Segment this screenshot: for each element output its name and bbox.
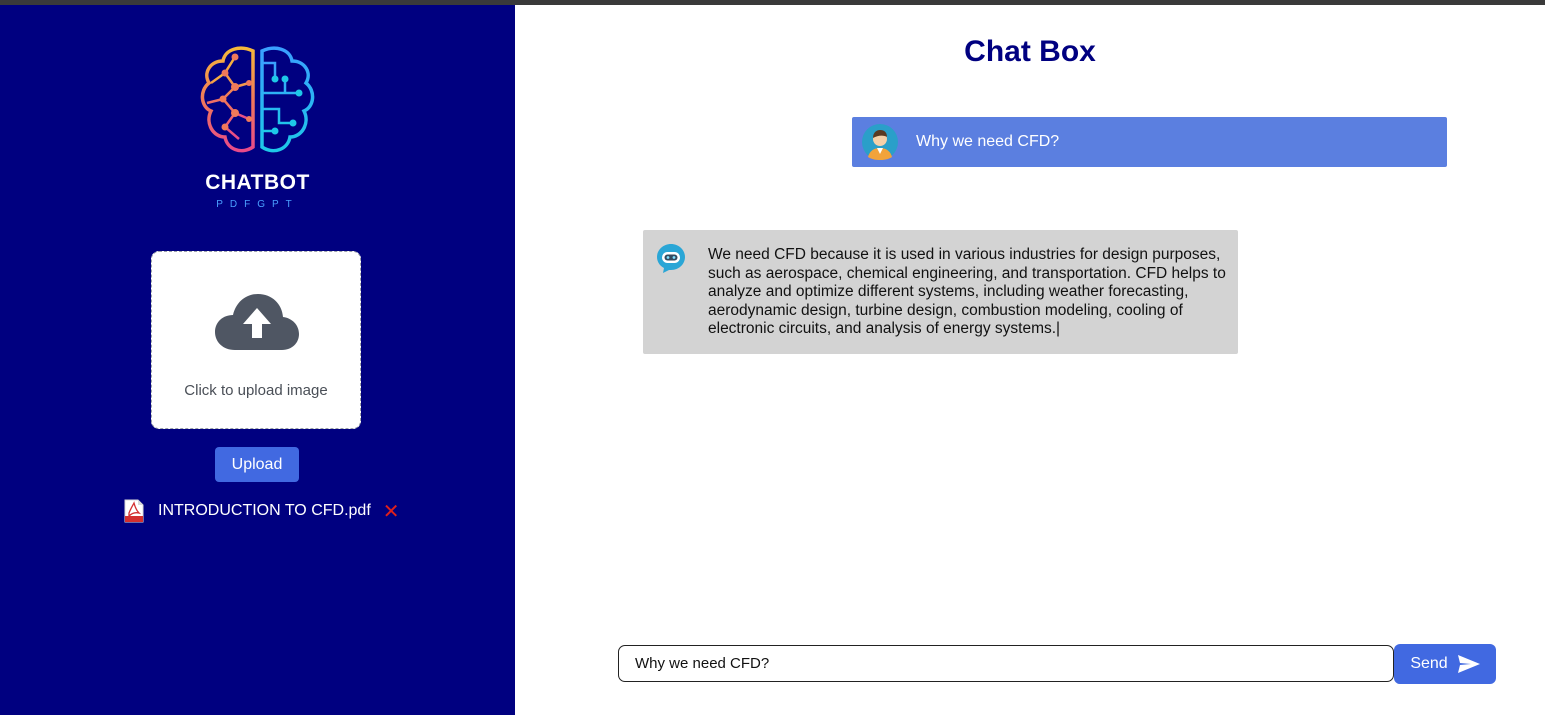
upload-button[interactable]: Upload (215, 447, 299, 482)
pdf-file-icon (124, 499, 144, 523)
brain-logo-icon (200, 46, 315, 153)
uploaded-file-name: INTRODUCTION TO CFD.pdf (158, 502, 371, 519)
chat-title: Chat Box (964, 35, 1096, 68)
bot-message-text: We need CFD because it is used in variou… (708, 246, 1226, 337)
paper-plane-icon (1457, 655, 1480, 673)
brand-title: CHATBOT (205, 171, 310, 194)
upload-prompt-text: Click to upload image (184, 382, 328, 399)
sidebar: CHATBOT PDFGPT Click to upload image Upl… (0, 5, 515, 715)
user-message-text: Why we need CFD? (916, 133, 1060, 150)
image-upload-dropzone[interactable]: Click to upload image (151, 251, 361, 429)
send-button[interactable]: Send (1394, 644, 1496, 684)
close-icon[interactable]: ✕ (383, 499, 400, 524)
brand-subtitle: PDFGPT (216, 199, 299, 210)
cloud-upload-icon (215, 294, 299, 350)
chat-message-input[interactable] (618, 645, 1394, 682)
uploaded-file-item: INTRODUCTION TO CFD.pdf ✕ (124, 499, 400, 523)
bot-message: We need CFD because it is used in variou… (643, 230, 1238, 354)
user-message: Why we need CFD? (852, 117, 1447, 167)
send-button-label: Send (1410, 655, 1448, 672)
bot-avatar-icon (657, 244, 685, 273)
user-avatar-icon (862, 124, 898, 160)
